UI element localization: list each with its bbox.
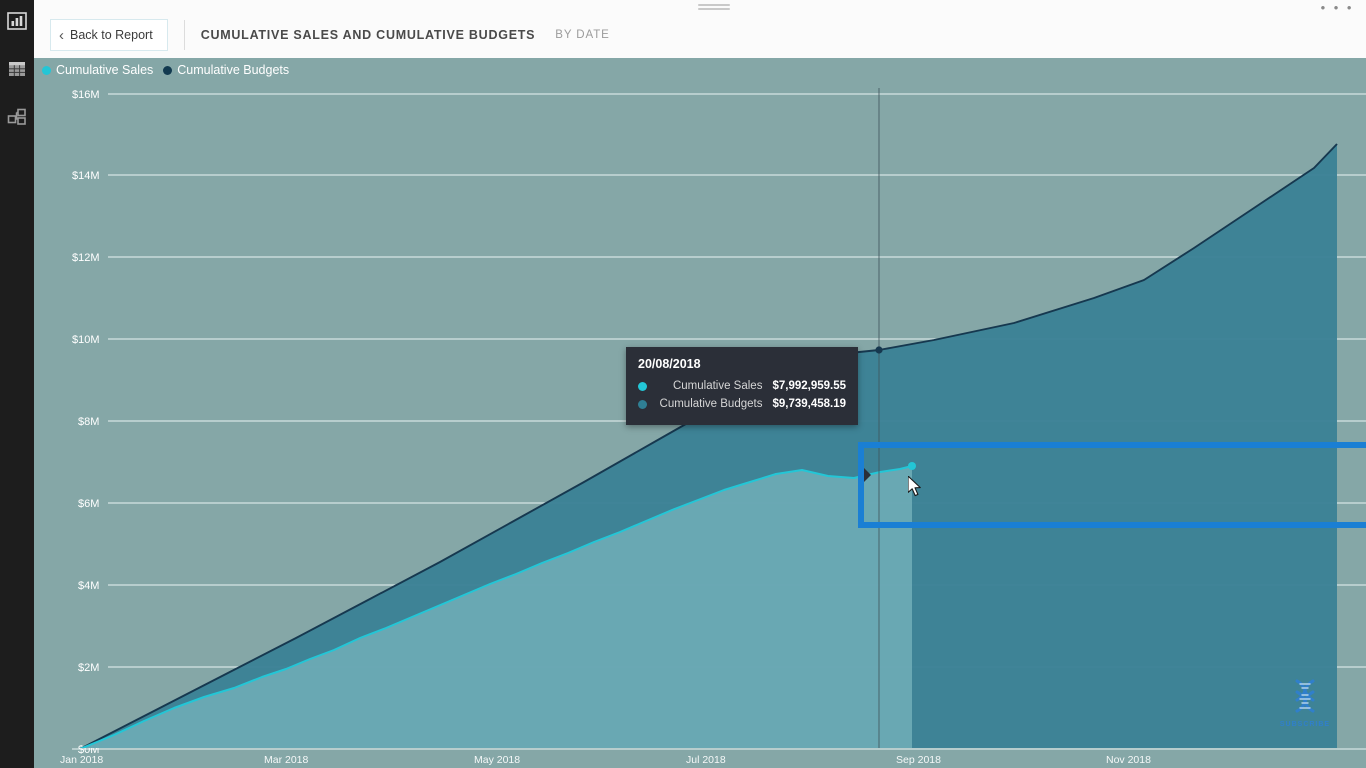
y-tick-label: $14M xyxy=(72,170,100,182)
x-tick-label: Mar 2018 xyxy=(264,754,309,766)
tooltip-series-name: Cumulative Budgets xyxy=(659,398,763,410)
tooltip-pointer xyxy=(858,462,871,488)
more-options-icon[interactable]: • • • xyxy=(1321,1,1354,14)
y-tick-label: $6M xyxy=(78,498,99,510)
hover-marker-budgets xyxy=(875,346,883,354)
tooltip-row: Cumulative Budgets $9,739,458.19 xyxy=(638,395,846,413)
x-tick-label: Sep 2018 xyxy=(896,754,941,766)
sales-area xyxy=(82,466,912,748)
y-tick-label: $12M xyxy=(72,252,100,264)
legend-item-cumulative-sales[interactable]: Cumulative Sales xyxy=(42,63,153,77)
y-tick-label: $2M xyxy=(78,662,99,674)
header-row: ‹ Back to Report CUMULATIVE SALES AND CU… xyxy=(34,16,610,54)
x-tick-label: Jan 2018 xyxy=(60,754,103,766)
data-table-view-icon[interactable] xyxy=(4,56,30,82)
chart-canvas[interactable]: Cumulative Sales Cumulative Budgets $16M… xyxy=(34,58,1366,768)
power-bi-focus-view: • • • ‹ Back to Report CUMULATIVE SALES … xyxy=(0,0,1366,768)
legend-swatch-icon xyxy=(42,65,51,75)
tooltip-date: 20/08/2018 xyxy=(638,357,701,371)
drag-handle[interactable] xyxy=(694,2,734,10)
tooltip-series-value: $7,992,959.55 xyxy=(772,380,846,392)
back-to-report-button[interactable]: ‹ Back to Report xyxy=(50,19,168,51)
legend-label: Cumulative Sales xyxy=(56,63,154,77)
chart-legend: Cumulative Sales Cumulative Budgets xyxy=(42,63,289,77)
x-tick-label: Jul 2018 xyxy=(686,754,726,766)
tooltip-swatch-icon xyxy=(638,399,647,409)
page-subtitle: BY DATE xyxy=(555,29,610,41)
x-tick-label: Nov 2018 xyxy=(1106,754,1151,766)
tooltip-series-name: Cumulative Sales xyxy=(672,380,763,392)
chevron-left-icon: ‹ xyxy=(59,26,64,44)
tooltip-row: Cumulative Sales $7,992,959.55 xyxy=(638,377,846,395)
y-axis-tick-labels: $16M $14M $12M $10M $8M $6M $4M $2M $0M xyxy=(72,89,100,756)
hover-marker-sales xyxy=(908,462,916,470)
x-axis-tick-labels: Jan 2018 Mar 2018 May 2018 Jul 2018 Sep … xyxy=(60,754,1151,766)
y-tick-label: $10M xyxy=(72,334,100,346)
y-tick-label: $16M xyxy=(72,89,100,101)
y-tick-label: $8M xyxy=(78,416,99,428)
tooltip-swatch-icon xyxy=(638,381,647,391)
back-to-report-label: Back to Report xyxy=(70,28,153,42)
legend-label: Cumulative Budgets xyxy=(177,63,290,77)
y-tick-label: $4M xyxy=(78,580,99,592)
page-title: CUMULATIVE SALES AND CUMULATIVE BUDGETS xyxy=(200,28,536,42)
report-view-icon[interactable] xyxy=(4,8,30,34)
model-relationships-icon[interactable] xyxy=(4,104,30,130)
left-navigation-rail xyxy=(0,0,34,768)
legend-swatch-icon xyxy=(163,65,173,75)
top-bar: • • • ‹ Back to Report CUMULATIVE SALES … xyxy=(34,0,1366,58)
legend-item-cumulative-budgets[interactable]: Cumulative Budgets xyxy=(163,63,289,77)
header-divider xyxy=(183,20,185,50)
chart-tooltip: 20/08/2018 Cumulative Sales $7,992,959.5… xyxy=(626,347,858,425)
x-tick-label: May 2018 xyxy=(474,754,520,766)
tooltip-series-value: $9,739,458.19 xyxy=(772,398,846,410)
